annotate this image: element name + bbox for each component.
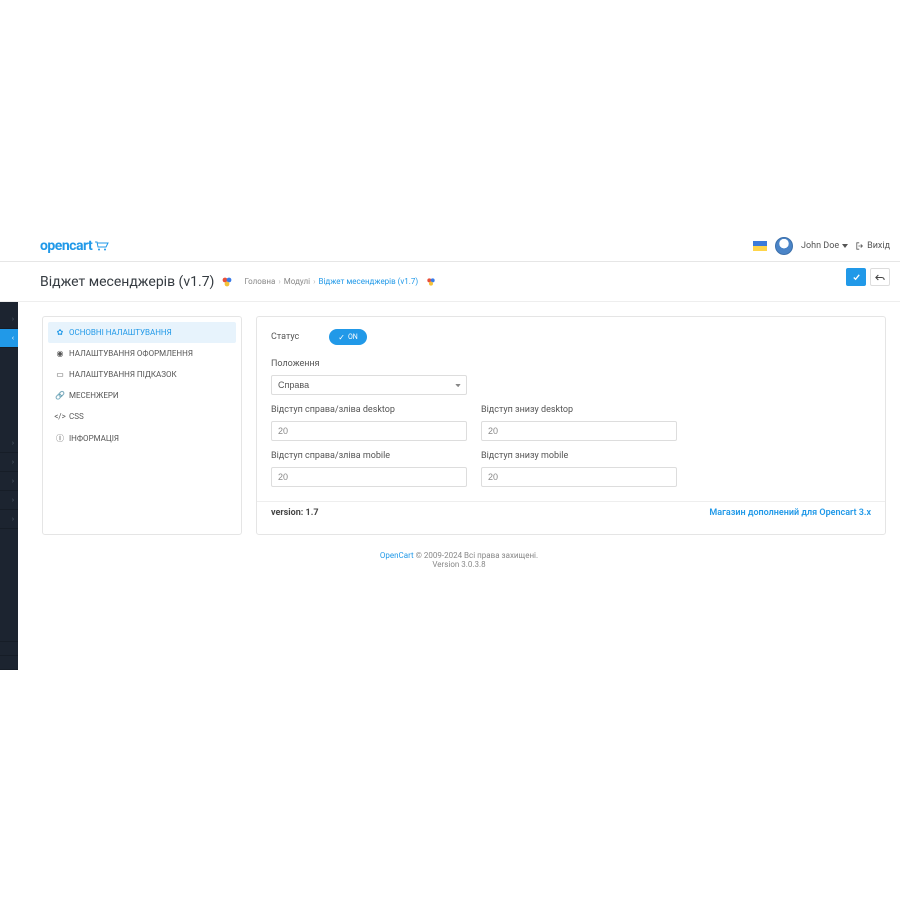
- link-icon: 🔗: [56, 391, 64, 400]
- tab-label: Месенжери: [69, 391, 119, 400]
- eye-icon: ◉: [56, 349, 64, 358]
- user-menu[interactable]: John Doe: [801, 241, 848, 251]
- flag-ukraine-icon[interactable]: [753, 241, 767, 251]
- tab-label: Основні налаштування: [69, 328, 172, 337]
- tab-label: CSS: [69, 412, 84, 421]
- check-icon: [852, 273, 861, 282]
- margin-bottom-desktop-input[interactable]: [481, 421, 677, 441]
- margin-bottom-mobile-label: Відступ знизу mobile: [481, 451, 677, 461]
- status-toggle[interactable]: ✓ ON: [329, 329, 367, 345]
- form-panel: Статус ✓ ON Положення Справа Відступ спр…: [256, 316, 886, 535]
- footer-copyright: © 2009-2024 Всі права захищені.: [414, 551, 538, 560]
- info-icon: ⓘ: [56, 433, 64, 444]
- cart-icon: [94, 241, 112, 251]
- version-label: version: 1.7: [271, 508, 319, 518]
- save-button[interactable]: [846, 268, 866, 286]
- logo[interactable]: opencart: [40, 238, 112, 254]
- logout-icon: [856, 242, 864, 250]
- breadcrumb-modules[interactable]: Модулі: [284, 277, 310, 286]
- caret-down-icon: [842, 244, 848, 248]
- margin-side-desktop-label: Відступ справа/зліва desktop: [271, 405, 467, 415]
- tab-css[interactable]: </> CSS: [48, 406, 236, 427]
- position-select[interactable]: Справа: [271, 375, 467, 395]
- store-link[interactable]: Магазин дополнений для Opencart 3.x: [709, 508, 871, 518]
- gear-icon: ✿: [56, 328, 64, 337]
- breadcrumb-home[interactable]: Головна: [244, 277, 275, 286]
- tab-label: Налаштування підказок: [69, 370, 177, 379]
- margin-bottom-desktop-label: Відступ знизу desktop: [481, 405, 677, 415]
- tab-messengers[interactable]: 🔗 Месенжери: [48, 385, 236, 406]
- status-label: Статус: [271, 332, 315, 342]
- topbar: opencart John Doe Вихід: [0, 230, 900, 262]
- position-label: Положення: [271, 359, 871, 369]
- rail-footer-item[interactable]: [0, 656, 18, 670]
- back-button[interactable]: [870, 268, 890, 286]
- page-title: Віджет месенджерів (v1.7): [40, 274, 214, 290]
- page-footer: OpenCart © 2009-2024 Всі права захищені.…: [18, 551, 900, 569]
- tab-label: Налаштування оформлення: [69, 349, 193, 358]
- tab-appearance[interactable]: ◉ Налаштування оформлення: [48, 343, 236, 364]
- tab-tooltips[interactable]: ▭ Налаштування підказок: [48, 364, 236, 385]
- avatar[interactable]: [775, 237, 793, 255]
- footer-version: Version 3.0.3.8: [18, 560, 900, 569]
- tabs-panel: ✿ Основні налаштування ◉ Налаштування оф…: [42, 316, 242, 535]
- check-icon: ✓: [338, 333, 345, 342]
- reply-icon: [875, 273, 885, 282]
- margin-bottom-mobile-input[interactable]: [481, 467, 677, 487]
- margin-side-desktop-input[interactable]: [271, 421, 467, 441]
- user-name: John Doe: [801, 241, 839, 251]
- tab-label: Інформація: [69, 434, 119, 443]
- page-header: Віджет месенджерів (v1.7) Головна › Моду…: [0, 262, 900, 302]
- footer-brand-link[interactable]: OpenCart: [380, 551, 414, 560]
- panel-footer: version: 1.7 Магазин дополнений для Open…: [257, 501, 885, 522]
- module-icon: [220, 276, 234, 288]
- margin-side-mobile-label: Відступ справа/зліва mobile: [271, 451, 467, 461]
- rail-footer-item[interactable]: [0, 642, 18, 656]
- logout-link[interactable]: Вихід: [856, 241, 890, 251]
- tab-info[interactable]: ⓘ Інформація: [48, 427, 236, 450]
- margin-side-mobile-input[interactable]: [271, 467, 467, 487]
- module-icon-small: [425, 277, 437, 287]
- breadcrumb-current: Віджет месенджерів (v1.7): [319, 277, 419, 286]
- breadcrumb: Головна › Модулі › Віджет месенджерів (v…: [244, 277, 437, 287]
- toggle-on-label: ON: [348, 333, 358, 341]
- tab-main-settings[interactable]: ✿ Основні налаштування: [48, 322, 236, 343]
- logout-label: Вихід: [867, 241, 890, 251]
- rail-footer-item[interactable]: [0, 628, 18, 642]
- chat-icon: ▭: [56, 370, 64, 379]
- logo-text: opencart: [40, 238, 92, 254]
- code-icon: </>: [56, 412, 64, 421]
